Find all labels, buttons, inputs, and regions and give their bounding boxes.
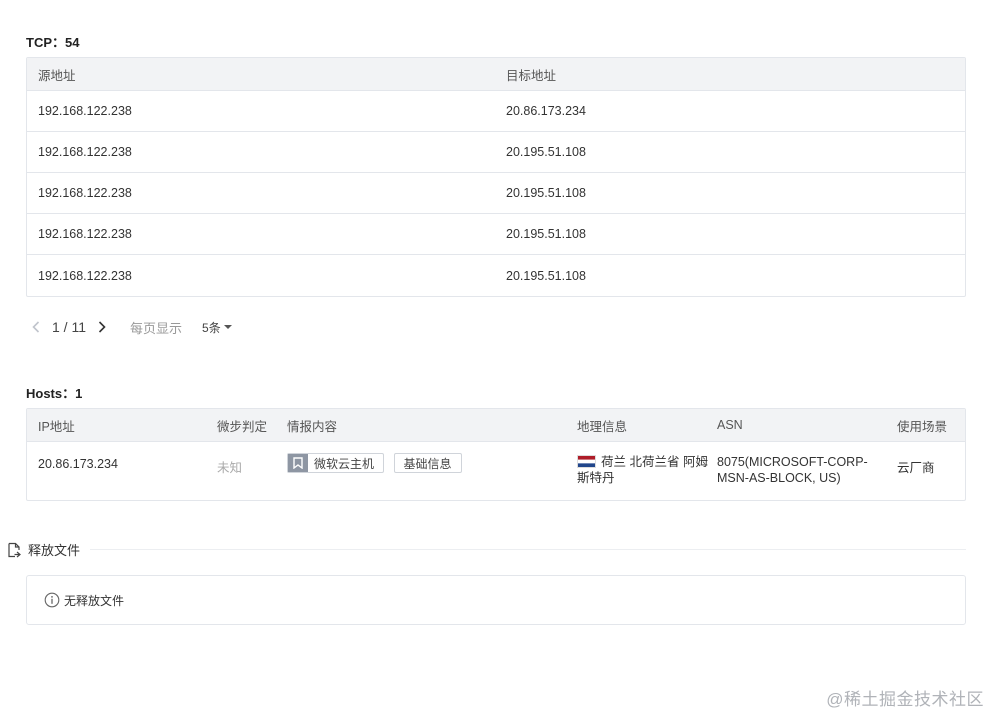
column-header-judgement: 微步判定 — [217, 419, 268, 434]
chevron-left-icon[interactable] — [26, 321, 46, 333]
table-row: 192.168.122.238 20.86.173.234 — [27, 91, 965, 132]
destination-address: 20.195.51.108 — [506, 268, 586, 283]
table-row: 192.168.122.238 20.195.51.108 — [27, 255, 965, 296]
table-row: 192.168.122.238 20.195.51.108 — [27, 214, 965, 255]
intel-tag-label: 微软云主机 — [314, 456, 375, 471]
watermark: @稀土掘金技术社区 — [826, 690, 984, 709]
source-address: 192.168.122.238 — [38, 104, 132, 118]
table-row: 192.168.122.238 20.195.51.108 — [27, 132, 965, 173]
destination-address: 20.195.51.108 — [506, 227, 586, 241]
destination-address: 20.195.51.108 — [506, 145, 586, 159]
table-row: 192.168.122.238 20.195.51.108 — [27, 173, 965, 214]
column-header-usage: 使用场景 — [897, 419, 948, 434]
intel-tag[interactable]: 微软云主机 — [287, 453, 385, 473]
host-ip[interactable]: 20.86.173.234 — [27, 457, 217, 471]
judgement-value: 未知 — [217, 461, 243, 475]
source-address: 192.168.122.238 — [38, 227, 132, 241]
column-header-geo: 地理信息 — [577, 419, 628, 434]
table-header: 源地址 目标地址 — [27, 58, 965, 91]
per-page-select[interactable]: 5条 — [202, 319, 232, 336]
bookmark-icon — [288, 454, 308, 472]
tcp-table: 源地址 目标地址 192.168.122.238 20.86.173.234 1… — [26, 57, 966, 297]
caret-down-icon — [223, 325, 232, 329]
release-files-empty: 无释放文件 — [26, 575, 966, 625]
release-files-title: 释放文件 — [28, 543, 81, 558]
usage-scenario: 云厂商 — [897, 461, 935, 475]
per-page-label: 每页显示 — [130, 320, 183, 336]
info-icon — [44, 592, 60, 608]
chevron-right-icon[interactable] — [92, 321, 112, 333]
geo-location: 荷兰 北荷兰省 阿姆斯特丹 — [577, 455, 708, 485]
tcp-section-title: TCP：54 — [26, 35, 80, 50]
release-files-header: 释放文件 — [6, 540, 966, 559]
column-header-ip: IP地址 — [38, 419, 75, 434]
source-address: 192.168.122.238 — [38, 268, 132, 283]
source-address: 192.168.122.238 — [38, 186, 132, 200]
page-indicator: 1 / 11 — [52, 319, 86, 335]
divider — [90, 549, 966, 550]
intel-content: 微软云主机 基础信息 — [287, 453, 577, 473]
hosts-section-title: Hosts：1 — [26, 386, 83, 401]
empty-message: 无释放文件 — [64, 593, 125, 608]
file-export-icon — [8, 542, 21, 557]
destination-address: 20.195.51.108 — [506, 186, 586, 200]
per-page-value: 5条 — [202, 320, 221, 335]
pagination: 1 / 11 每页显示 5条 — [26, 316, 232, 338]
basic-info-button[interactable]: 基础信息 — [393, 453, 462, 473]
column-header-source: 源地址 — [38, 68, 76, 83]
netherlands-flag-icon — [577, 455, 596, 468]
table-row: 20.86.173.234 未知 微软云主机 基础信息 荷兰 北荷兰省 阿姆斯特… — [27, 442, 965, 500]
destination-address: 20.86.173.234 — [506, 104, 586, 118]
column-header-destination: 目标地址 — [506, 68, 557, 83]
column-header-asn: ASN — [717, 418, 743, 432]
source-address: 192.168.122.238 — [38, 145, 132, 159]
column-header-intel: 情报内容 — [287, 419, 338, 434]
asn-value: 8075(MICROSOFT-CORP-MSN-AS-BLOCK, US) — [717, 455, 868, 485]
table-header: IP地址 微步判定 情报内容 地理信息 ASN 使用场景 — [27, 409, 965, 442]
geo-info: 荷兰 北荷兰省 阿姆斯特丹 — [577, 454, 717, 486]
hosts-table: IP地址 微步判定 情报内容 地理信息 ASN 使用场景 20.86.173.2… — [26, 408, 966, 501]
